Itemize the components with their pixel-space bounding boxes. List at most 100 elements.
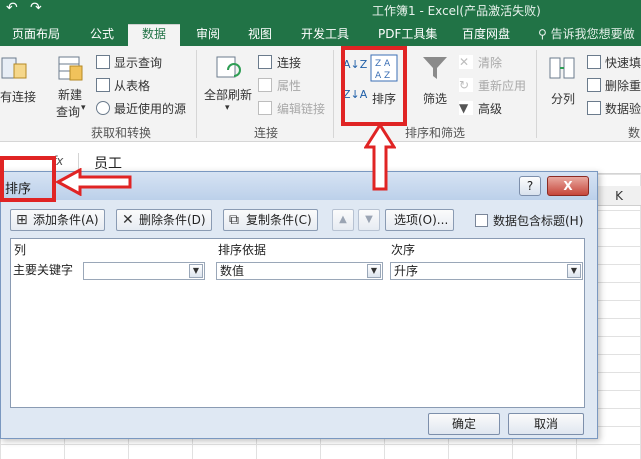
ribbon-data: 有连接 新建 查询 ▾ 显示查询 从表格 最近使用的源 获取和转换 全部刷新 ▾…	[0, 46, 641, 142]
options-label: 选项(O)...	[394, 213, 449, 227]
sort-levels-list: 列 排序依据 次序 主要关键字 ▼ 数值 ▼ 升序 ▼	[10, 238, 585, 408]
new-query-label-2[interactable]: 查询	[56, 103, 80, 120]
filter-button[interactable]: 筛选	[423, 90, 447, 107]
order-select[interactable]: 升序 ▼	[390, 262, 583, 280]
add-level-label: 添加条件(A)	[33, 213, 99, 227]
show-queries-icon	[96, 55, 110, 69]
refresh-all-button[interactable]: 全部刷新	[204, 86, 252, 103]
redo-icon[interactable]: ↷	[30, 0, 42, 16]
move-up-button[interactable]: ▲	[332, 209, 354, 231]
edit-links-button[interactable]: 编辑链接	[277, 100, 325, 117]
text-to-columns-button[interactable]: 分列	[551, 90, 575, 107]
primary-key-label: 主要关键字	[13, 263, 74, 277]
refresh-all-icon	[216, 56, 241, 78]
connections-button[interactable]: 连接	[277, 54, 301, 71]
connections-icon	[258, 55, 272, 69]
existing-connections-label[interactable]: 有连接	[0, 88, 36, 105]
group-separator	[536, 50, 537, 138]
header-order: 次序	[391, 243, 416, 257]
tab-page-layout[interactable]: 页面布局	[12, 25, 60, 46]
copy-icon: ⧉	[229, 212, 239, 228]
tab-review[interactable]: 审阅	[196, 25, 220, 46]
clear-button[interactable]: 清除	[478, 54, 502, 71]
advanced-button[interactable]: 高级	[478, 100, 502, 117]
flash-fill-button[interactable]: 快速填	[605, 54, 641, 71]
chevron-down-icon[interactable]: ▼	[567, 264, 581, 278]
chevron-down-icon[interactable]: ▼	[189, 264, 203, 278]
edit-links-icon	[258, 101, 272, 115]
text-to-columns-icon	[549, 57, 575, 79]
clock-icon	[96, 101, 110, 115]
new-query-label-1[interactable]: 新建	[58, 86, 82, 103]
highlight-sort-button	[341, 46, 407, 126]
sort-dialog: 排序 ? X ⊞ 添加条件(A) ✕ 删除条件(D) ⧉ 复制条件(C) ▲ ▼…	[0, 171, 598, 439]
ribbon-tabs: 页面布局 公式 数据 审阅 视图 开发工具 PDF工具集 百度网盘 ⚲ 告诉我您…	[0, 22, 641, 46]
tell-me-search[interactable]: ⚲ 告诉我您想要做	[538, 25, 635, 42]
show-queries-button[interactable]: 显示查询	[114, 54, 162, 71]
sort-on-select[interactable]: 数值 ▼	[216, 262, 383, 280]
has-headers-checkbox[interactable]	[475, 214, 488, 227]
move-down-button[interactable]: ▼	[358, 209, 380, 231]
delete-level-label: 删除条件(D)	[139, 213, 206, 227]
advanced-filter-icon: ▼	[459, 101, 473, 115]
reapply-icon: ↻	[459, 78, 473, 92]
group-sort-filter-label: 排序和筛选	[405, 126, 466, 140]
chevron-down-icon[interactable]: ▼	[367, 264, 381, 278]
flash-fill-icon	[587, 55, 601, 69]
excel-window: ↶ ↷ 工作簿1 - Excel(产品激活失败) 页面布局 公式 数据 审阅 视…	[0, 0, 641, 459]
group-separator	[333, 50, 334, 138]
delete-icon: ✕	[122, 212, 134, 228]
highlight-dialog-title	[0, 156, 56, 202]
delete-level-button[interactable]: ✕ 删除条件(D)	[116, 209, 212, 231]
header-sort-on: 排序依据	[218, 243, 267, 257]
group-separator	[196, 50, 197, 138]
new-query-icon	[58, 56, 83, 81]
ok-button[interactable]: 确定	[428, 413, 500, 435]
add-icon: ⊞	[16, 212, 28, 228]
chevron-down-icon: ▾	[81, 103, 86, 113]
close-button[interactable]: X	[547, 176, 589, 196]
tab-formulas[interactable]: 公式	[90, 25, 114, 46]
properties-icon	[258, 78, 272, 92]
copy-level-label: 复制条件(C)	[246, 213, 312, 227]
add-level-button[interactable]: ⊞ 添加条件(A)	[10, 209, 105, 231]
remove-duplicates-button[interactable]: 删除重	[605, 77, 641, 94]
header-column: 列	[14, 243, 27, 257]
cancel-button[interactable]: 取消	[508, 413, 584, 435]
copy-level-button[interactable]: ⧉ 复制条件(C)	[223, 209, 318, 231]
tab-data[interactable]: 数据	[128, 24, 181, 46]
reapply-button[interactable]: 重新应用	[478, 77, 526, 94]
sort-on-select-value: 数值	[220, 264, 245, 278]
help-button[interactable]: ?	[519, 176, 541, 196]
lightbulb-icon: ⚲	[538, 27, 551, 41]
up-arrow-icon	[364, 123, 396, 191]
undo-icon[interactable]: ↶	[6, 0, 18, 16]
group-connections-label: 连接	[254, 126, 279, 140]
tab-developer[interactable]: 开发工具	[301, 25, 349, 46]
window-title: 工作簿1 - Excel(产品激活失败)	[372, 4, 541, 18]
order-select-value: 升序	[394, 264, 419, 278]
chevron-down-icon: ▾	[225, 103, 230, 113]
tab-pdf-tools[interactable]: PDF工具集	[378, 25, 437, 46]
left-arrow-icon	[56, 168, 132, 196]
has-headers-label: 数据包含标题(H)	[493, 214, 584, 228]
data-validation-icon	[587, 101, 601, 115]
remove-duplicates-icon	[587, 78, 601, 92]
group-data-tools-label: 数	[628, 126, 641, 140]
properties-button[interactable]: 属性	[277, 77, 301, 94]
title-bar: ↶ ↷ 工作簿1 - Excel(产品激活失败)	[0, 0, 641, 22]
recent-sources-button[interactable]: 最近使用的源	[114, 100, 186, 117]
from-table-button[interactable]: 从表格	[114, 77, 150, 94]
tab-view[interactable]: 视图	[248, 25, 272, 46]
group-get-transform-label: 获取和转换	[91, 126, 152, 140]
existing-connections-icon	[1, 57, 27, 79]
table-icon	[96, 78, 110, 92]
clear-filter-icon: ✕	[459, 55, 473, 69]
data-validation-button[interactable]: 数据验	[605, 100, 641, 117]
options-button[interactable]: 选项(O)...	[385, 209, 455, 231]
filter-icon	[423, 57, 447, 79]
tab-baidu-netdisk[interactable]: 百度网盘	[462, 25, 510, 46]
tell-me-text: 告诉我您想要做	[550, 27, 635, 41]
column-header-k[interactable]: K	[596, 186, 641, 206]
column-select[interactable]: ▼	[83, 262, 205, 280]
